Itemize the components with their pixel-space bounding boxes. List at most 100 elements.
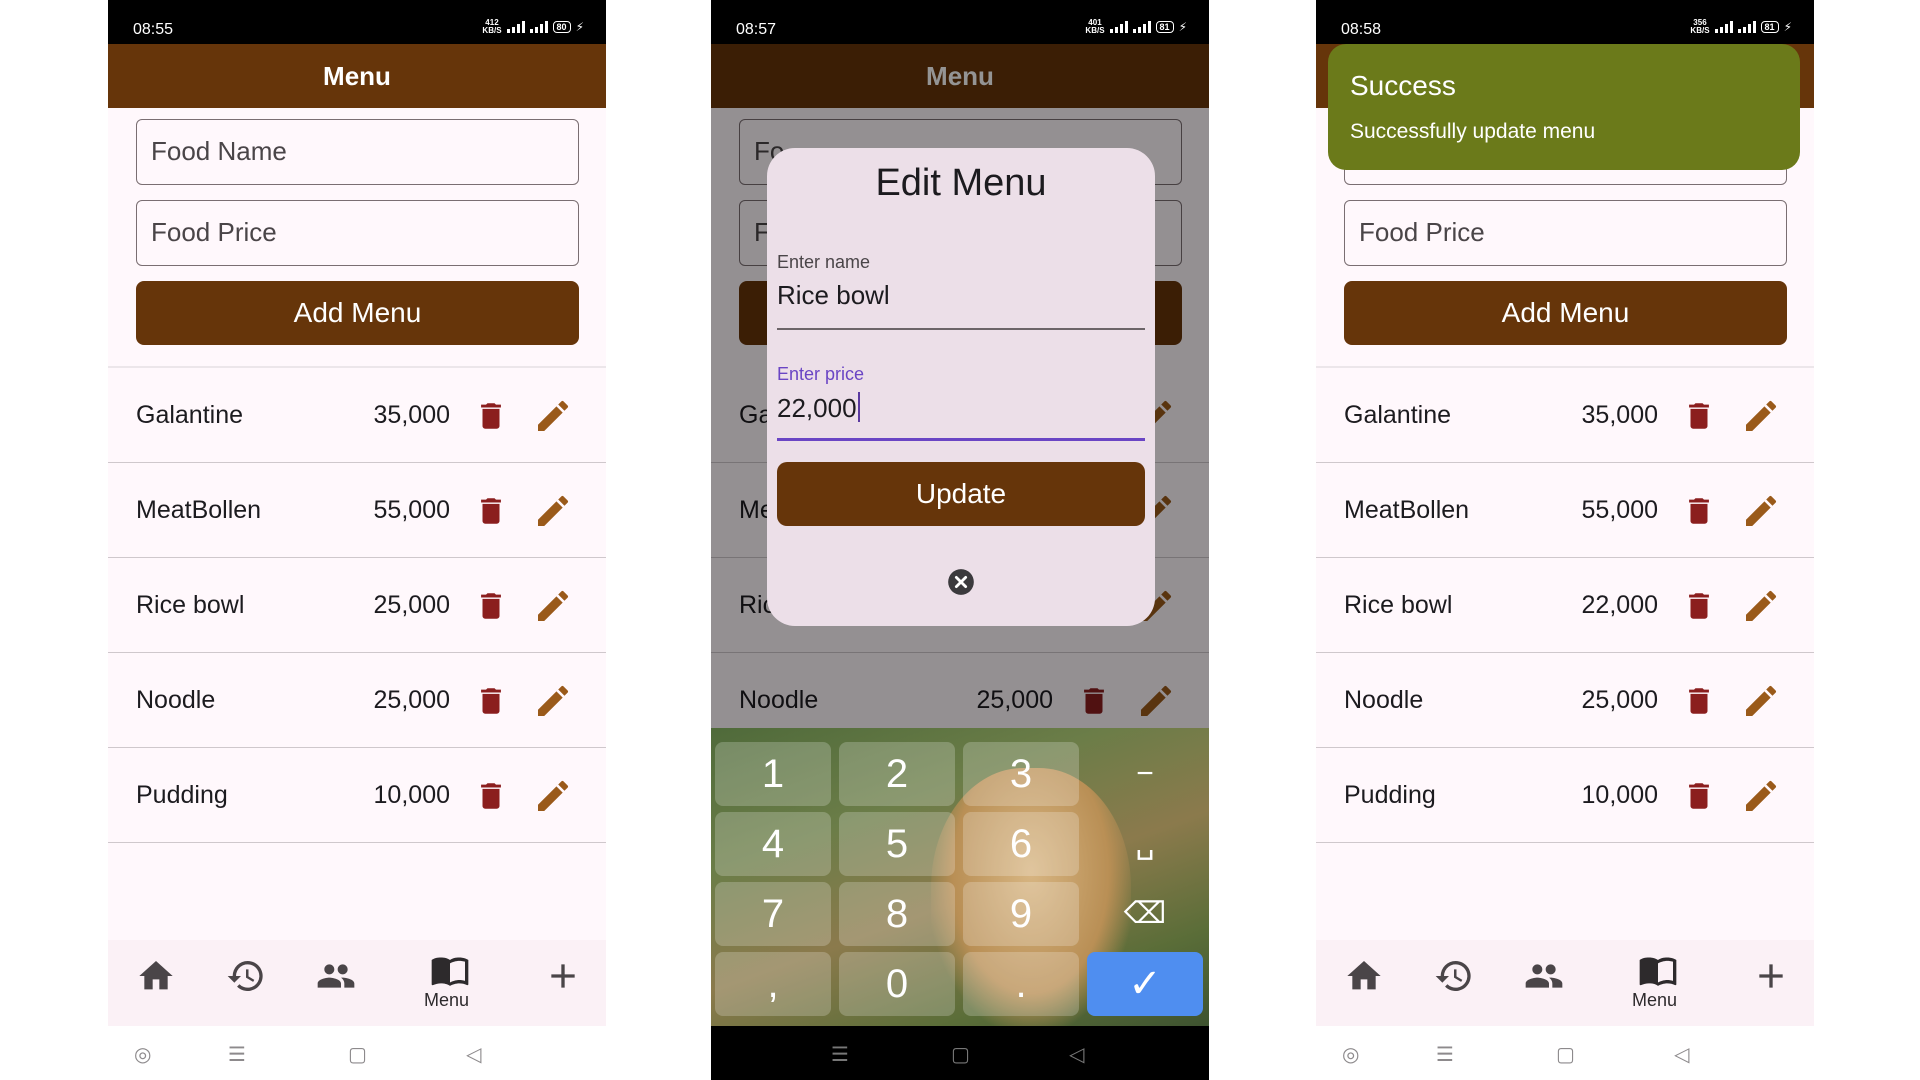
backspace-icon[interactable]: ⌫: [1087, 882, 1203, 946]
key-9[interactable]: 9: [963, 882, 1079, 946]
key-7[interactable]: 7: [715, 882, 831, 946]
home-square-icon[interactable]: ▢: [951, 1042, 970, 1067]
menu-book-icon[interactable]: [1638, 950, 1678, 990]
users-icon[interactable]: [316, 956, 356, 996]
home-icon[interactable]: [136, 956, 176, 996]
home-square-icon[interactable]: ▢: [348, 1042, 367, 1067]
battery-icon: 81: [1760, 21, 1779, 33]
pencil-icon[interactable]: [1741, 586, 1781, 626]
pencil-icon[interactable]: [1741, 491, 1781, 531]
battery-icon: 80: [552, 21, 571, 33]
price-field-input[interactable]: 22,000: [777, 392, 860, 424]
menu-list-item: Rice bowl 25,000: [108, 558, 606, 653]
status-icons: 401 KB/S 81 ⚡: [1085, 19, 1187, 35]
network-speed: 401 KB/S: [1085, 18, 1105, 35]
menu-list-item: Galantine 35,000: [108, 368, 606, 463]
recents-icon[interactable]: ☰: [228, 1042, 246, 1067]
history-icon[interactable]: [226, 956, 266, 996]
price-field-label: Enter price: [777, 364, 865, 384]
back-icon[interactable]: ◁: [1674, 1042, 1689, 1067]
pencil-icon[interactable]: [533, 491, 573, 531]
key-1[interactable]: 1: [715, 742, 831, 806]
done-check-icon[interactable]: ✓: [1087, 952, 1203, 1016]
status-time: 08:55: [133, 21, 174, 38]
charging-icon: ⚡: [1783, 20, 1792, 34]
item-name: Noodle: [1344, 686, 1424, 714]
key-comma[interactable]: ,: [715, 952, 831, 1016]
key-2[interactable]: 2: [839, 742, 955, 806]
users-icon[interactable]: [1524, 956, 1564, 996]
home-square-icon[interactable]: ▢: [1556, 1042, 1575, 1067]
trash-icon[interactable]: [1682, 778, 1716, 814]
plus-icon[interactable]: [1751, 956, 1791, 996]
bottom-navigation: Menu: [108, 940, 606, 1026]
name-field-input[interactable]: Rice bowl: [777, 280, 890, 311]
close-circle-icon[interactable]: [947, 568, 975, 596]
pencil-icon[interactable]: [533, 681, 573, 721]
item-price: 22,000: [1581, 591, 1658, 619]
signal-4g-icon: [1132, 21, 1151, 33]
status-time: 08:57: [736, 21, 777, 38]
item-name: Rice bowl: [136, 591, 245, 619]
recents-icon[interactable]: ☰: [831, 1042, 849, 1067]
key-minus[interactable]: −: [1087, 742, 1203, 806]
key-period[interactable]: .: [963, 952, 1079, 1016]
menu-list-item: Noodle 25,000: [108, 653, 606, 748]
pencil-icon[interactable]: [1741, 681, 1781, 721]
update-button[interactable]: Update: [777, 462, 1145, 526]
back-icon[interactable]: ◁: [1069, 1042, 1084, 1067]
add-menu-button[interactable]: Add Menu: [136, 281, 579, 345]
signal-4g-icon: [1737, 21, 1756, 33]
success-toast[interactable]: Success Successfully update menu: [1328, 44, 1800, 170]
assistant-icon[interactable]: ◎: [134, 1042, 151, 1067]
home-icon[interactable]: [1344, 956, 1384, 996]
key-8[interactable]: 8: [839, 882, 955, 946]
key-4[interactable]: 4: [715, 812, 831, 876]
numeric-keyboard: 1 2 3 − 4 5 6 ␣ 7 8 9 ⌫ , 0 . ✓: [711, 728, 1209, 1026]
food-price-input[interactable]: Food Price: [136, 200, 579, 266]
toast-title: Success: [1350, 70, 1456, 101]
status-icons: 412 KB/S 80 ⚡: [482, 19, 584, 35]
trash-icon[interactable]: [1682, 588, 1716, 624]
item-price: 35,000: [373, 401, 450, 429]
trash-icon[interactable]: [1682, 683, 1716, 719]
phone-screen-success: 08:58 356 KB/S 81 ⚡ Food Price Add Menu G…: [1316, 0, 1814, 1080]
status-bar: 08:57 401 KB/S 81 ⚡: [711, 0, 1209, 44]
trash-icon[interactable]: [474, 493, 508, 529]
pencil-icon[interactable]: [533, 396, 573, 436]
trash-icon[interactable]: [1682, 493, 1716, 529]
food-name-input[interactable]: Food Name: [136, 119, 579, 185]
trash-icon[interactable]: [474, 683, 508, 719]
plus-icon[interactable]: [543, 956, 583, 996]
name-field-underline: [777, 328, 1145, 330]
assistant-icon[interactable]: ◎: [1342, 1042, 1359, 1067]
pencil-icon[interactable]: [1741, 776, 1781, 816]
trash-icon[interactable]: [474, 588, 508, 624]
trash-icon[interactable]: [474, 778, 508, 814]
battery-icon: 81: [1155, 21, 1174, 33]
key-0[interactable]: 0: [839, 952, 955, 1016]
history-icon[interactable]: [1434, 956, 1474, 996]
status-bar: 08:58 356 KB/S 81 ⚡: [1316, 0, 1814, 44]
trash-icon[interactable]: [474, 398, 508, 434]
item-price: 35,000: [1581, 401, 1658, 429]
space-key-icon[interactable]: ␣: [1087, 812, 1203, 876]
key-6[interactable]: 6: [963, 812, 1079, 876]
key-3[interactable]: 3: [963, 742, 1079, 806]
menu-book-icon[interactable]: [430, 950, 470, 990]
status-icons: 356 KB/S 81 ⚡: [1690, 19, 1792, 35]
pencil-icon[interactable]: [1741, 396, 1781, 436]
pencil-icon[interactable]: [533, 586, 573, 626]
recents-icon[interactable]: ☰: [1436, 1042, 1454, 1067]
nav-label-menu[interactable]: Menu: [424, 990, 469, 1011]
pencil-icon[interactable]: [533, 776, 573, 816]
nav-label-menu[interactable]: Menu: [1632, 990, 1677, 1011]
item-price: 25,000: [373, 591, 450, 619]
back-icon[interactable]: ◁: [466, 1042, 481, 1067]
key-5[interactable]: 5: [839, 812, 955, 876]
add-menu-button[interactable]: Add Menu: [1344, 281, 1787, 345]
trash-icon[interactable]: [1682, 398, 1716, 434]
status-time: 08:58: [1341, 21, 1382, 38]
food-price-input[interactable]: Food Price: [1344, 200, 1787, 266]
item-name: Noodle: [136, 686, 216, 714]
